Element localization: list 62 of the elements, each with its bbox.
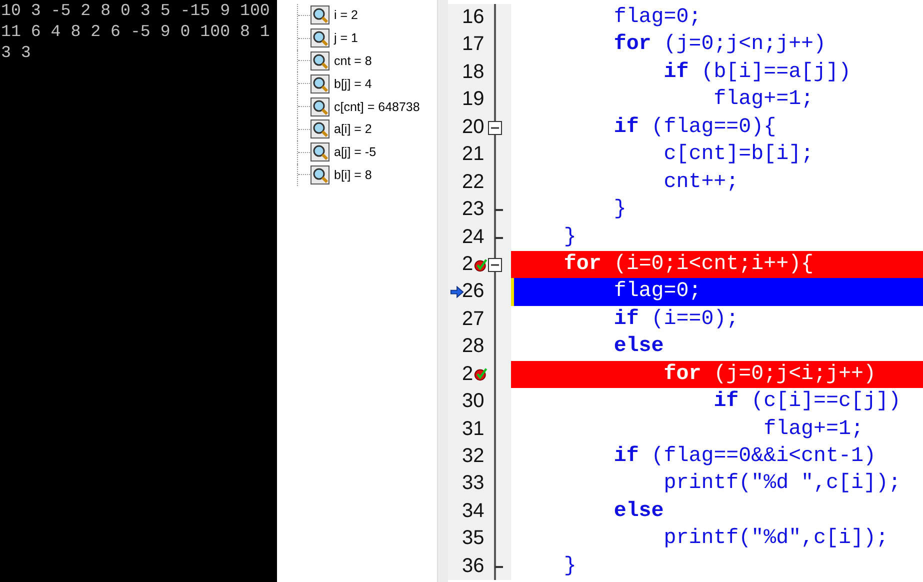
watch-expression[interactable]: a[i] = 2 — [334, 122, 372, 136]
code-line: printf("%d",c[i]); — [662, 526, 890, 552]
code-line: } — [562, 554, 578, 580]
code-line: printf("%d ",c[i]); — [662, 471, 902, 498]
line-number: 18 — [462, 60, 484, 85]
watch-expression[interactable]: c[cnt] = 648738 — [334, 100, 420, 114]
watch-magnifier-icon — [310, 142, 330, 162]
code-line: flag=0; — [612, 5, 702, 31]
code-line: if (i==0); — [612, 306, 740, 333]
watch-expression[interactable]: j = 1 — [334, 31, 358, 46]
line-number: 35 — [462, 526, 484, 552]
code-line: flag+=1; — [762, 416, 864, 443]
code-line: else — [612, 498, 665, 525]
watch-magnifier-icon — [310, 96, 330, 117]
code-line: c[cnt]=b[i]; — [662, 142, 815, 168]
line-number: 20 — [462, 114, 484, 140]
watch-magnifier-icon — [310, 28, 330, 48]
code-line: if (b[i]==a[j]) — [662, 60, 852, 86]
code-line: } — [612, 197, 628, 224]
line-number: 2 — [462, 252, 474, 277]
breakpoint-icon[interactable] — [474, 258, 488, 272]
line-number: 2 — [462, 362, 474, 387]
code-line: if (c[i]==c[j]) — [712, 389, 902, 416]
breakpoint-icon[interactable] — [474, 367, 488, 382]
watch-magnifier-icon — [310, 119, 330, 140]
line-number: 22 — [462, 170, 484, 195]
console-output-line: 10 3 -5 2 8 0 3 5 -15 9 100 — [0, 0, 271, 21]
line-number: 28 — [462, 334, 484, 360]
watch-expression[interactable]: cnt = 8 — [334, 54, 372, 68]
watch-expression[interactable]: b[i] = 8 — [334, 168, 372, 182]
fold-toggle-icon[interactable] — [488, 120, 502, 135]
line-number: 19 — [462, 87, 484, 112]
console-output-line: 3 3 — [0, 42, 32, 63]
watch-expression[interactable]: a[j] = -5 — [334, 145, 376, 160]
watch-magnifier-icon — [310, 74, 330, 94]
watch-expression[interactable]: b[j] = 4 — [334, 76, 372, 91]
code-line: else — [612, 334, 665, 360]
code-line: if (flag==0){ — [612, 114, 778, 141]
line-number: 23 — [462, 197, 484, 222]
line-number: 31 — [462, 416, 484, 442]
line-number: 30 — [462, 389, 484, 414]
console-output-line: 11 6 4 8 2 6 -5 9 0 100 8 1 — [0, 21, 271, 42]
line-number: 16 — [462, 5, 484, 30]
code-line: if (flag==0&&i<cnt-1) — [612, 444, 877, 470]
line-number: 24 — [462, 224, 484, 250]
watch-expression[interactable]: i = 2 — [334, 8, 358, 22]
line-number: 33 — [462, 471, 484, 496]
line-number: 36 — [462, 554, 484, 579]
line-number: 34 — [462, 498, 484, 524]
line-number: 21 — [462, 142, 484, 168]
line-number: 17 — [462, 32, 484, 58]
code-line: cnt++; — [662, 170, 740, 196]
watch-magnifier-icon — [310, 50, 330, 71]
line-number: 32 — [462, 444, 484, 469]
line-number: 27 — [462, 306, 484, 332]
code-line: } — [562, 224, 578, 250]
watch-magnifier-icon — [310, 5, 330, 26]
code-line: flag+=1; — [712, 87, 815, 114]
watch-magnifier-icon — [310, 164, 330, 185]
line-number: 26 — [462, 279, 484, 304]
fold-toggle-icon[interactable] — [488, 258, 502, 272]
code-line: for (j=0;j<n;j++) — [612, 32, 828, 58]
